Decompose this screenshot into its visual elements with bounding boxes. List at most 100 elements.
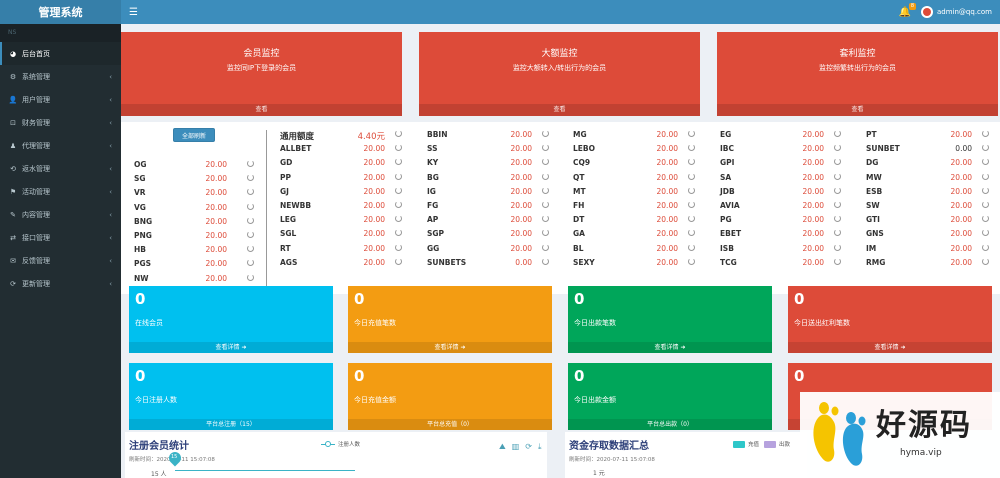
refresh-icon[interactable] xyxy=(688,257,695,265)
refresh-icon[interactable] xyxy=(542,257,549,265)
refresh-icon[interactable] xyxy=(542,172,549,180)
download-icon[interactable]: ⤓ xyxy=(538,442,542,452)
stat-details-link[interactable]: 查看详情 ➜ xyxy=(129,342,333,353)
user-menu[interactable]: admin@qq.com xyxy=(921,6,992,18)
refresh-icon[interactable] xyxy=(834,130,841,137)
sidebar-item-5[interactable]: ⟲ 返水管理 ‹ xyxy=(0,157,121,180)
refresh-icon[interactable] xyxy=(834,186,841,194)
refresh-icon[interactable] xyxy=(395,200,402,208)
refresh-icon[interactable] xyxy=(834,243,841,251)
refresh-icon[interactable] xyxy=(834,172,841,180)
refresh-icon[interactable] xyxy=(834,158,841,166)
refresh-icon[interactable] xyxy=(982,158,989,166)
app-logo[interactable]: 管理系统 xyxy=(0,0,121,24)
refresh-icon[interactable] xyxy=(395,172,402,180)
stat-details-link[interactable]: 查看详情 ➜ xyxy=(568,342,772,353)
refresh-icon[interactable] xyxy=(982,144,989,152)
line-chart-icon[interactable]: ⛰ xyxy=(499,442,506,452)
refresh-icon[interactable] xyxy=(834,144,841,152)
platform-row: IBC 20.00 xyxy=(720,144,844,158)
monitor-view-link[interactable]: 查看 xyxy=(717,104,998,116)
refresh-icon[interactable] xyxy=(688,229,695,237)
bar-chart-icon[interactable]: ▥ xyxy=(512,442,520,452)
refresh-icon[interactable] xyxy=(395,130,402,137)
menu-toggle-icon[interactable]: ☰ xyxy=(129,7,138,18)
refresh-icon[interactable] xyxy=(542,200,549,208)
sidebar-item-9[interactable]: ✉ 反馈管理 ‹ xyxy=(0,249,121,272)
monitor-view-link[interactable]: 查看 xyxy=(121,104,402,116)
refresh-icon[interactable] xyxy=(982,130,989,137)
refresh-icon[interactable] xyxy=(834,257,841,265)
refresh-icon[interactable] xyxy=(542,158,549,166)
restore-icon[interactable]: ⟳ xyxy=(525,442,532,452)
sidebar-item-0[interactable]: ◕ 后台首页 xyxy=(0,42,121,65)
refresh-icon[interactable] xyxy=(982,229,989,237)
refresh-icon[interactable] xyxy=(395,186,402,194)
refresh-icon[interactable] xyxy=(247,216,254,224)
funds-chart-legend[interactable]: 充值 出款 xyxy=(733,440,790,448)
refresh-icon[interactable] xyxy=(247,174,254,182)
refresh-icon[interactable] xyxy=(688,130,695,137)
refresh-icon[interactable] xyxy=(834,215,841,223)
refresh-icon[interactable] xyxy=(542,186,549,194)
stat-details-link[interactable]: 查看详情 ➜ xyxy=(788,342,992,353)
sidebar-item-10[interactable]: ⟳ 更新管理 ‹ xyxy=(0,272,121,295)
refresh-icon[interactable] xyxy=(982,172,989,180)
refresh-all-button[interactable]: 全部刷新 xyxy=(173,128,215,142)
refresh-icon[interactable] xyxy=(542,130,549,137)
refresh-icon[interactable] xyxy=(542,243,549,251)
refresh-icon[interactable] xyxy=(542,215,549,223)
avatar xyxy=(921,6,933,18)
sidebar-item-1[interactable]: ⚙ 系统管理 ‹ xyxy=(0,65,121,88)
refresh-icon[interactable] xyxy=(688,158,695,166)
refresh-icon[interactable] xyxy=(395,257,402,265)
platform-row: NEWBB 20.00 xyxy=(280,200,405,215)
platform-balance: 0.00 xyxy=(955,144,972,154)
stat-box-1: 0 今日充值笔数 查看详情 ➜ xyxy=(348,286,552,353)
refresh-icon[interactable] xyxy=(688,186,695,194)
sidebar-item-2[interactable]: 👤 用户管理 ‹ xyxy=(0,88,121,111)
bell-icon[interactable]: 🔔 8 xyxy=(899,2,916,18)
refresh-icon[interactable] xyxy=(395,243,402,251)
sidebar-item-3[interactable]: ⊡ 财务管理 ‹ xyxy=(0,111,121,134)
top-header: 管理系统 ☰ 🔔 8 admin@qq.com xyxy=(0,0,1000,24)
refresh-icon[interactable] xyxy=(542,229,549,237)
refresh-icon[interactable] xyxy=(247,273,254,281)
sidebar-item-4[interactable]: ♟ 代理管理 ‹ xyxy=(0,134,121,157)
refresh-icon[interactable] xyxy=(542,144,549,152)
platform-row: SA 20.00 xyxy=(720,172,844,187)
refresh-icon[interactable] xyxy=(688,172,695,180)
refresh-icon[interactable] xyxy=(247,245,254,253)
stat-details-link[interactable]: 平台总充值（0） xyxy=(348,419,552,430)
stat-details-link[interactable]: 平台总注册（15） xyxy=(129,419,333,430)
watermark: 好源码 hyma.vip xyxy=(800,392,1000,478)
stat-details-link[interactable]: 平台总出款（0） xyxy=(568,419,772,430)
stat-details-link[interactable]: 查看详情 ➜ xyxy=(348,342,552,353)
refresh-icon[interactable] xyxy=(247,188,254,196)
sidebar-item-6[interactable]: ⚑ 活动管理 ‹ xyxy=(0,180,121,203)
platform-name: NW xyxy=(134,273,149,283)
refresh-icon[interactable] xyxy=(688,144,695,152)
refresh-icon[interactable] xyxy=(395,144,402,152)
refresh-icon[interactable] xyxy=(982,243,989,251)
refresh-icon[interactable] xyxy=(247,202,254,210)
refresh-icon[interactable] xyxy=(982,200,989,208)
refresh-icon[interactable] xyxy=(688,200,695,208)
refresh-icon[interactable] xyxy=(247,230,254,238)
refresh-icon[interactable] xyxy=(982,257,989,265)
refresh-icon[interactable] xyxy=(982,186,989,194)
refresh-icon[interactable] xyxy=(395,215,402,223)
refresh-icon[interactable] xyxy=(982,215,989,223)
refresh-icon[interactable] xyxy=(395,158,402,166)
sidebar-item-7[interactable]: ✎ 内容管理 ‹ xyxy=(0,203,121,226)
refresh-icon[interactable] xyxy=(834,229,841,237)
refresh-icon[interactable] xyxy=(247,259,254,267)
sidebar-item-8[interactable]: ⇄ 接口管理 ‹ xyxy=(0,226,121,249)
refresh-icon[interactable] xyxy=(688,215,695,223)
refresh-icon[interactable] xyxy=(395,229,402,237)
monitor-view-link[interactable]: 查看 xyxy=(419,104,700,116)
refresh-icon[interactable] xyxy=(688,243,695,251)
register-chart-legend[interactable]: 注册人数 xyxy=(321,440,360,448)
refresh-icon[interactable] xyxy=(834,200,841,208)
refresh-icon[interactable] xyxy=(247,160,254,167)
